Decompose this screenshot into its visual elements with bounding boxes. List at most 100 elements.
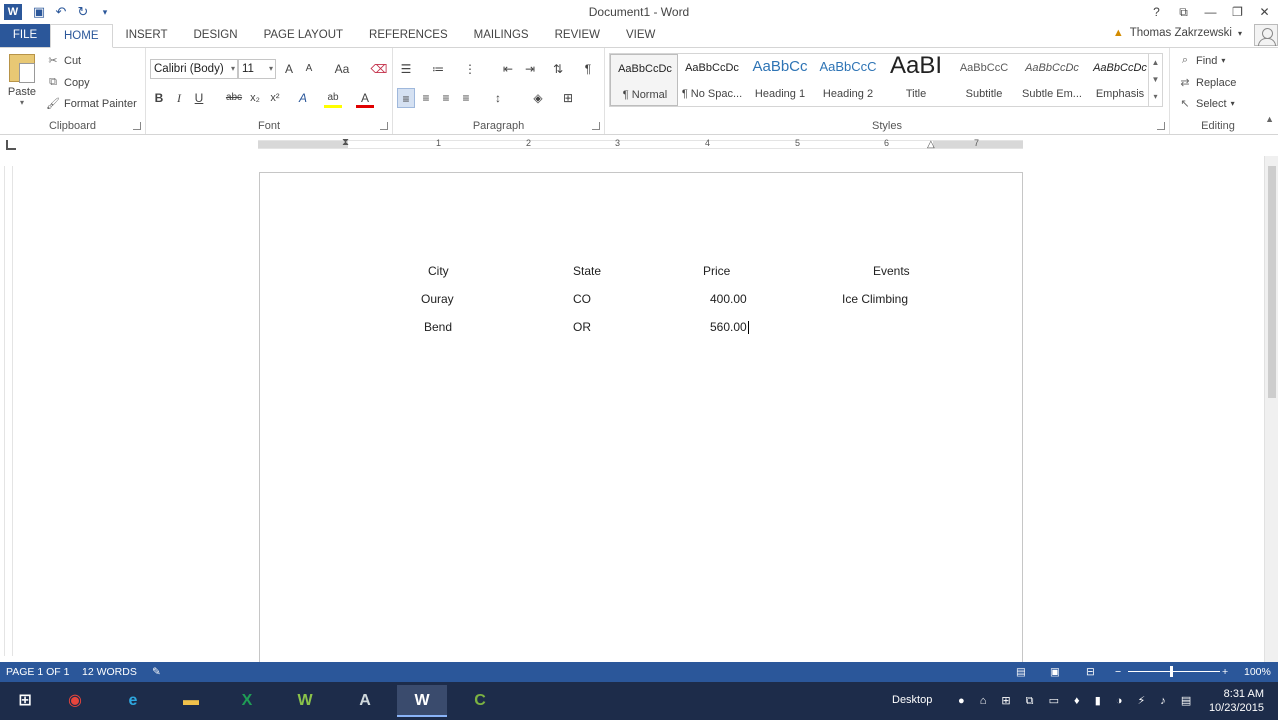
italic-button[interactable]: I [170,88,188,108]
align-center-icon[interactable]: ≡ [417,88,435,108]
chrome-icon[interactable]: ◉ [50,685,100,717]
style-normal[interactable]: AaBbCcDc ¶ Normal [610,54,678,106]
cut-button[interactable]: ✂ Cut [46,54,81,68]
clipboard-launcher-icon[interactable] [133,122,141,130]
subscript-button[interactable]: x₂ [246,88,264,108]
chevron-up-icon[interactable]: ▲ [1149,54,1162,71]
paragraph-launcher-icon[interactable] [592,122,600,130]
tab-insert[interactable]: INSERT [113,24,181,48]
page-count[interactable]: PAGE 1 OF 1 [6,666,69,678]
font-app-icon[interactable]: A [340,685,390,717]
vertical-scrollbar[interactable] [1264,156,1278,662]
zoom-slider-track[interactable] [1128,671,1220,672]
zoom-out-icon[interactable]: − [1115,666,1121,678]
minimize-button[interactable]: — [1197,5,1224,19]
justify-icon[interactable]: ≡ [457,88,475,108]
underline-button[interactable]: U [190,88,208,108]
start-icon[interactable]: ⊞ [0,685,50,717]
tab-file[interactable]: FILE [0,24,50,48]
copy-button[interactable]: ⧉ Copy [46,76,90,89]
paragraph-group: ☰ ≔ ⋮ ⇤ ⇥ ⇅ ¶ ≡ ≡ ≡ ≡ ↕ ◈ ⊞ Paragraph [393,48,605,134]
proofing-icon[interactable]: ✎ [152,666,161,678]
align-left-icon[interactable]: ≡ [397,88,415,108]
change-case-button[interactable]: Aa [330,59,354,79]
excel-icon[interactable]: X [222,685,272,717]
clipboard-group: Paste ▾ ✂ Cut ⧉ Copy 🖌 Format Painter Cl… [0,48,146,134]
style-heading-1[interactable]: AaBbCc Heading 1 [746,54,814,106]
restore-button[interactable]: ❐ [1224,5,1251,19]
highlight-button[interactable]: ab [324,88,342,108]
internet-explorer-icon[interactable]: e [108,685,158,717]
desktop-toolbar[interactable]: Desktop [892,694,932,720]
print-layout-icon[interactable]: ▣ [1050,666,1060,678]
help-icon[interactable]: ? [1143,5,1170,19]
tab-view[interactable]: VIEW [613,24,668,48]
tab-review[interactable]: REVIEW [542,24,613,48]
font-color-button[interactable]: A [356,88,374,108]
line-spacing-icon[interactable]: ↕ [489,88,507,108]
zoom-slider-knob[interactable] [1170,666,1173,677]
tab-home[interactable]: HOME [50,24,113,48]
borders-icon[interactable]: ⊞ [559,88,577,108]
bullets-icon[interactable]: ☰ [397,59,415,79]
tab-mailings[interactable]: MAILINGS [461,24,542,48]
clock[interactable]: 8:31 AM 10/23/2015 [1209,687,1264,715]
shrink-font-button[interactable]: A [300,59,318,79]
font-launcher-icon[interactable] [380,122,388,130]
zoom-in-icon[interactable]: + [1222,666,1228,678]
style-no-spacing[interactable]: AaBbCcDc ¶ No Spac... [678,54,746,106]
style-subtitle[interactable]: AaBbCcC Subtitle [950,54,1018,106]
scrollbar-thumb[interactable] [1268,166,1276,398]
word-count[interactable]: 12 WORDS [82,666,137,678]
find-button[interactable]: ⌕ Find ▾ [1178,54,1226,67]
ribbon-display-options-icon[interactable]: ⧉ [1170,5,1197,20]
paste-button[interactable]: Paste ▾ [4,54,40,110]
style-heading-2[interactable]: AaBbCcC Heading 2 [814,54,882,106]
web-layout-icon[interactable]: ⊟ [1086,666,1095,678]
decrease-indent-icon[interactable]: ⇤ [499,59,517,79]
word-icon[interactable]: W [397,685,447,717]
replace-button[interactable]: ⇄ Replace [1178,76,1236,90]
format-painter-button[interactable]: 🖌 Format Painter [46,97,137,111]
align-right-icon[interactable]: ≡ [437,88,455,108]
tab-references[interactable]: REFERENCES [356,24,461,48]
file-explorer-icon[interactable]: ▬ [166,685,216,717]
collapse-ribbon-icon[interactable]: ▲ [1265,114,1274,124]
indent-marker-icon[interactable]: ⧗ [342,137,349,148]
vertical-ruler[interactable] [4,166,13,656]
right-indent-marker-icon[interactable]: △ [927,139,935,150]
strikethrough-button[interactable]: abc [222,88,246,108]
zoom-level[interactable]: 100% [1244,666,1271,678]
avatar[interactable] [1254,24,1278,46]
more-styles-icon[interactable]: ▾ [1149,88,1162,105]
horizontal-ruler[interactable]: 1 2 3 4 5 6 7 ⧗ △ [258,137,1023,150]
camtasia-icon[interactable]: C [455,685,505,717]
web-app-icon[interactable]: W [280,685,330,717]
read-mode-icon[interactable]: ▤ [1016,666,1026,678]
font-size-combo[interactable]: 11 ▾ [238,59,276,79]
bold-button[interactable]: B [150,88,168,108]
document-page[interactable]: City State Price Events Ouray CO 400.00 … [259,172,1023,692]
styles-launcher-icon[interactable] [1157,122,1165,130]
sort-icon[interactable]: ⇅ [549,59,567,79]
multilevel-list-icon[interactable]: ⋮ [461,59,479,79]
shading-icon[interactable]: ◈ [529,88,547,108]
select-button[interactable]: ↖ Select ▾ [1178,97,1234,111]
tab-page-layout[interactable]: PAGE LAYOUT [251,24,356,48]
show-marks-button[interactable]: ¶ [579,59,597,79]
tab-design[interactable]: DESIGN [180,24,250,48]
style-title[interactable]: AaBI Title [882,52,950,106]
grow-font-button[interactable]: A [280,59,298,79]
superscript-button[interactable]: x² [266,88,284,108]
increase-indent-icon[interactable]: ⇥ [521,59,539,79]
close-button[interactable]: ✕ [1251,5,1278,19]
clear-formatting-icon[interactable]: ⌫ [370,59,388,79]
tab-selector-icon[interactable] [6,140,16,150]
text-effects-button[interactable]: A [294,88,312,108]
numbering-icon[interactable]: ≔ [429,59,447,79]
style-emphasis[interactable]: AaBbCcDc Emphasis [1086,54,1154,106]
style-subtle-emphasis[interactable]: AaBbCcDc Subtle Em... [1018,54,1086,106]
font-name-combo[interactable]: Calibri (Body) ▾ [150,59,238,79]
chevron-down-icon[interactable]: ▼ [1149,71,1162,88]
user-account[interactable]: ▲ Thomas Zakrzewski ▾ [1113,27,1242,39]
